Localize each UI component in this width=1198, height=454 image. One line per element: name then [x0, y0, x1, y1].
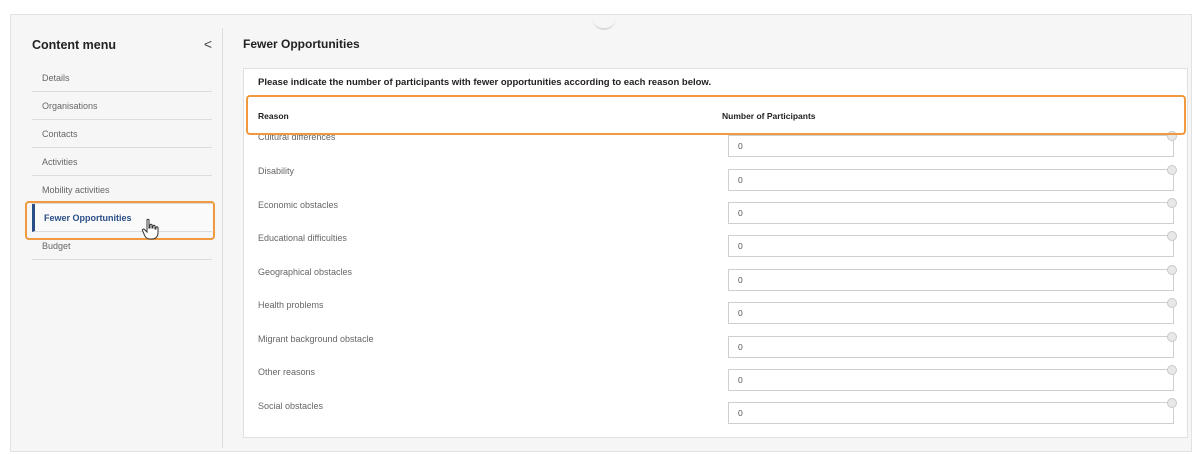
reason-label: Educational difficulties — [258, 233, 347, 243]
participants-count-value: 0 — [738, 175, 743, 185]
participants-count-input[interactable]: 0 — [728, 398, 1177, 424]
reason-label: Disability — [258, 166, 295, 176]
info-icon[interactable] — [1167, 198, 1177, 208]
sidebar-title: Content menu — [32, 38, 117, 52]
participants-count-input[interactable]: 0 — [728, 265, 1177, 291]
menu-highlight-outline — [25, 201, 215, 240]
participants-count-value: 0 — [738, 241, 743, 251]
reason-label: Health problems — [258, 300, 324, 310]
sidebar-item-activities[interactable]: Activities — [32, 148, 212, 176]
participants-count-value: 0 — [738, 208, 743, 218]
participants-count-input[interactable]: 0 — [728, 165, 1177, 191]
participants-count-value: 0 — [738, 408, 743, 418]
participants-count-value: 0 — [738, 141, 743, 151]
info-icon[interactable] — [1167, 298, 1177, 308]
sidebar-divider — [222, 28, 223, 448]
participants-count-input[interactable]: 0 — [728, 365, 1177, 391]
reason-label: Economic obstacles — [258, 200, 339, 210]
participants-count-value: 0 — [738, 375, 743, 385]
participants-count-input[interactable]: 0 — [728, 131, 1177, 157]
participants-count-value: 0 — [738, 342, 743, 352]
participants-count-input[interactable]: 0 — [728, 231, 1177, 257]
participants-count-input[interactable]: 0 — [728, 298, 1177, 324]
reason-label: Geographical obstacles — [258, 267, 353, 277]
info-icon[interactable] — [1167, 231, 1177, 241]
participants-count-value: 0 — [738, 308, 743, 318]
sidebar-item-details[interactable]: Details — [32, 64, 212, 92]
chevron-left-icon[interactable]: < — [204, 36, 212, 52]
participants-count-input[interactable]: 0 — [728, 198, 1177, 224]
participants-count-input[interactable]: 0 — [728, 332, 1177, 358]
info-icon[interactable] — [1167, 398, 1177, 408]
sidebar-item-organisations[interactable]: Organisations — [32, 92, 212, 120]
info-icon[interactable] — [1167, 332, 1177, 342]
page-title: Fewer Opportunities — [243, 37, 360, 51]
hand-pointer-icon — [141, 218, 159, 240]
info-icon[interactable] — [1167, 265, 1177, 275]
sidebar-item-contacts[interactable]: Contacts — [32, 120, 212, 148]
reason-label: Migrant background obstacle — [258, 334, 374, 344]
reason-label: Social obstacles — [258, 401, 324, 411]
reason-label: Other reasons — [258, 367, 316, 377]
info-icon[interactable] — [1167, 165, 1177, 175]
sidebar-header: Content menu < — [32, 36, 212, 56]
info-icon[interactable] — [1167, 365, 1177, 375]
participants-count-value: 0 — [738, 275, 743, 285]
sidebar-item-mobility-activities[interactable]: Mobility activities — [32, 176, 212, 204]
header-highlight-outline — [246, 95, 1186, 135]
instruction-text: Please indicate the number of participan… — [258, 77, 712, 88]
